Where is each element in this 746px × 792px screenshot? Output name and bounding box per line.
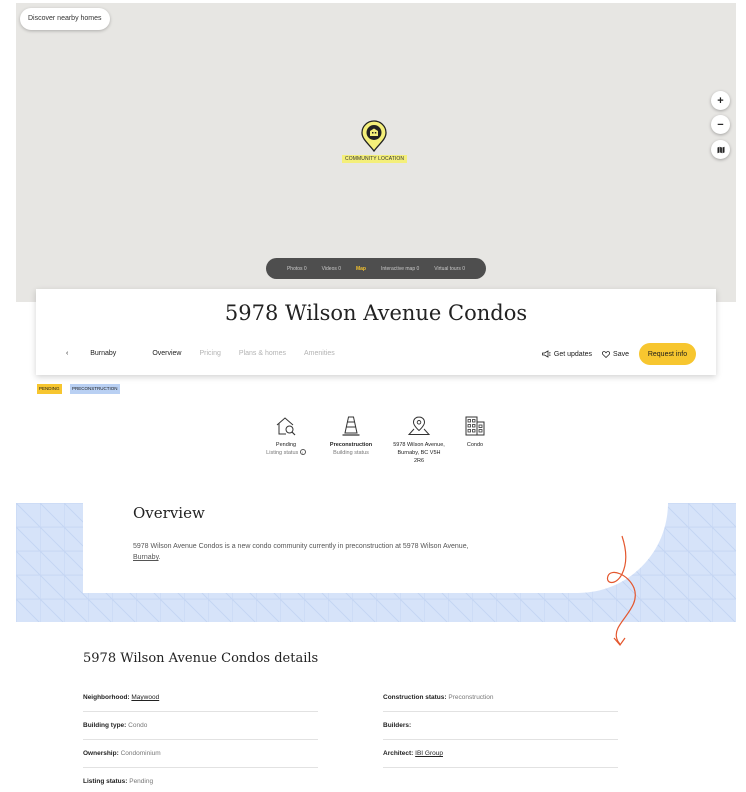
house-search-icon [276,417,296,436]
detail-listing-status: Listing status: Pending [83,778,154,785]
get-updates-label: Get updates [553,350,593,358]
overview-text: 5978 Wilson Avenue Condos is a new condo… [133,543,469,561]
page-title: 5978 Wilson Avenue Condos [224,301,528,325]
discover-nearby-homes-button[interactable]: Discover nearby homes [20,8,110,30]
tab-photos[interactable]: Photos 0 [287,266,307,272]
chevron-left-icon: ‹ [66,350,73,357]
get-updates-button[interactable]: Get updates [541,350,593,358]
megaphone-icon [541,350,551,358]
back-link-burnaby[interactable]: ‹ Burnaby [66,350,134,357]
community-location-label: COMMUNITY LOCATION [342,155,408,163]
squiggle-decoration [606,535,636,646]
detail-ownership: Ownership: Condominium [83,740,318,768]
architect-link[interactable]: IBI Group [415,750,443,757]
building-icon [465,416,485,436]
fact-label: Listing status i [258,449,314,457]
fact-building-status: Preconstruction Building status [322,415,380,457]
media-tabs-bar: Photos 0 Videos 0 Map Interactive map 0 … [266,258,486,279]
traffic-cone-icon [342,416,360,436]
tab-videos[interactable]: Videos 0 [322,266,341,272]
map-icon [717,146,724,153]
status-badge-preconstruction: PRECONSTRUCTION [70,384,120,394]
fact-value: 5978 Wilson Avenue, Burnaby, BC V5H 2R6 [393,442,445,464]
tab-plans-homes[interactable]: Plans & homes [239,350,286,357]
burnaby-link[interactable]: Burnaby [133,554,159,561]
zoom-out-button[interactable]: − [711,115,730,134]
neighborhood-link[interactable]: Maywood [131,694,159,701]
fact-label: Building status [333,450,369,456]
minus-icon: − [717,118,724,131]
details-heading: 5978 Wilson Avenue Condos details [83,651,319,666]
fact-address: 5978 Wilson Avenue, Burnaby, BC V5H 2R6 [392,415,446,465]
tab-virtual-tours[interactable]: Virtual tours 0 [434,266,465,272]
map-location-icon [407,416,431,435]
save-button[interactable]: Save [602,351,629,358]
tab-map[interactable]: Map [356,266,366,272]
tab-amenities[interactable]: Amenities [304,350,335,357]
detail-building-type: Building type: Condo [83,712,318,740]
info-icon[interactable]: i [299,449,306,455]
tab-overview[interactable]: Overview [152,350,181,357]
fact-value: Condo [466,442,484,448]
fact-value: Pending [275,442,297,448]
fact-listing-status: Pending Listing status i [258,415,314,457]
overview-heading: Overview [133,504,205,522]
listing-header-card: 5978 Wilson Avenue Condos ‹ Burnaby Over… [36,289,716,375]
fact-value: Preconstruction [329,442,373,448]
zoom-in-button[interactable]: + [711,91,730,110]
save-label: Save [613,350,629,358]
detail-neighborhood: Neighborhood: Maywood [83,684,318,712]
map[interactable]: Discover nearby homes + − COMMUNITY LOCA… [16,3,736,302]
plus-icon: + [717,94,724,107]
back-link-label: Burnaby [90,350,117,357]
status-badge-pending: PENDING [37,384,62,394]
map-layers-button[interactable] [711,140,730,159]
fact-building-type: Condo [458,415,492,449]
section-nav: ‹ Burnaby Overview Pricing Plans & homes… [66,350,353,357]
heart-icon [602,350,611,358]
request-info-button[interactable]: Request info [639,343,696,365]
detail-builders: Builders: [383,712,618,740]
tab-pricing[interactable]: Pricing [200,350,221,357]
header-actions: Get updates Save Request info [541,343,696,365]
detail-construction-status: Construction status: Preconstruction [383,684,618,712]
community-location-pin-icon[interactable] [361,120,387,152]
detail-architect: Architect: IBI Group [383,740,618,768]
tab-interactive-map[interactable]: Interactive map 0 [381,266,419,272]
